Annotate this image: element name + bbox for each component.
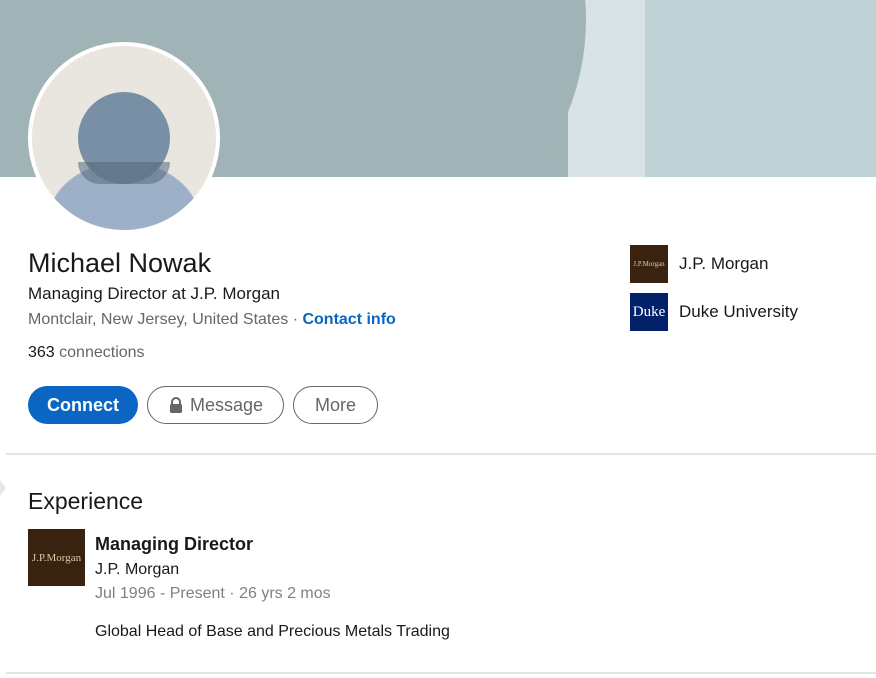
connections-count-row[interactable]: 363 connections bbox=[28, 344, 145, 362]
experience-role: Managing Director bbox=[95, 534, 254, 554]
message-button[interactable]: Message bbox=[147, 386, 284, 424]
profile-location-row: Montclair, New Jersey, United States · C… bbox=[28, 311, 396, 329]
profile-name: Michael Nowak bbox=[28, 248, 212, 278]
duke-university-logo: Duke bbox=[630, 293, 668, 331]
education-link[interactable]: Duke Duke University bbox=[630, 293, 798, 331]
connect-button-label: Connect bbox=[47, 394, 119, 415]
experience-company: J.P. Morgan bbox=[95, 561, 180, 578]
bottom-divider bbox=[6, 672, 876, 674]
education-label: Duke University bbox=[679, 302, 799, 321]
location-separator: · bbox=[288, 311, 303, 328]
avatar-overlap-shape bbox=[78, 162, 170, 184]
experience-dates: Jul 1996 - Present · 26 yrs 2 mos bbox=[95, 585, 331, 602]
cover-right-panel bbox=[645, 0, 876, 177]
connections-label: connections bbox=[54, 344, 145, 361]
profile-headline: Managing Director at J.P. Morgan bbox=[28, 284, 280, 303]
profile-location: Montclair, New Jersey, United States bbox=[28, 311, 289, 328]
connections-count: 363 bbox=[28, 344, 55, 361]
more-button-label: More bbox=[314, 394, 356, 415]
experience-description: Global Head of Base and Precious Metals … bbox=[95, 623, 450, 640]
lock-icon bbox=[169, 396, 182, 413]
edge-indicator bbox=[0, 480, 6, 496]
experience-company-logo[interactable]: J.P.Morgan bbox=[28, 529, 85, 586]
contact-info-link[interactable]: Contact info bbox=[302, 311, 395, 328]
connect-button[interactable]: Connect bbox=[28, 386, 138, 424]
section-divider bbox=[6, 453, 876, 455]
profile-avatar[interactable] bbox=[28, 42, 220, 234]
current-company-link[interactable]: J.P.Morgan J.P. Morgan bbox=[630, 245, 768, 283]
current-company-label: J.P. Morgan bbox=[679, 254, 769, 273]
message-button-label: Message bbox=[189, 394, 264, 415]
experience-section-title: Experience bbox=[28, 488, 144, 514]
more-button[interactable]: More bbox=[293, 386, 378, 424]
jp-morgan-logo: J.P.Morgan bbox=[630, 245, 668, 283]
